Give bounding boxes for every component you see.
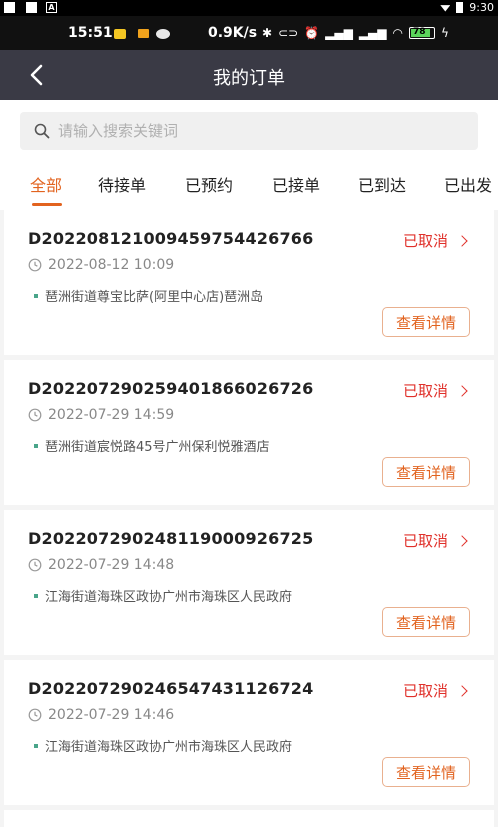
wifi-icon: ◠ xyxy=(392,26,403,40)
order-card[interactable]: D202207290248119000926725 已取消 2022-07-29… xyxy=(4,510,494,655)
chevron-right-icon xyxy=(456,534,468,547)
wechat-icon xyxy=(156,29,170,39)
system-right-icons: 9:30 xyxy=(440,1,494,14)
address-dot-icon xyxy=(34,443,38,448)
view-details-button[interactable]: 查看详情 xyxy=(382,757,470,787)
square-icon xyxy=(26,2,37,13)
vr-icon: ⊂⊃ xyxy=(278,26,299,40)
search-input[interactable] xyxy=(58,122,438,140)
order-time-value: 2022-07-29 14:59 xyxy=(48,407,175,423)
notification-message-icon xyxy=(138,29,149,38)
tab-departed[interactable]: 已出发 xyxy=(444,172,492,196)
order-number: D202207290248119000926725 xyxy=(28,529,314,548)
battery-icon xyxy=(456,2,464,13)
chevron-right-icon xyxy=(456,684,468,697)
alarm-icon: ⏰ xyxy=(304,26,320,40)
order-card[interactable]: D202208121009459754426766 已取消 2022-08-12… xyxy=(4,210,494,355)
search-box[interactable] xyxy=(20,112,478,150)
chevron-right-icon xyxy=(456,234,468,247)
order-time-value: 2022-07-29 14:48 xyxy=(48,557,175,573)
chevron-right-icon xyxy=(456,384,468,397)
search-section xyxy=(0,100,498,162)
charging-icon: ϟ xyxy=(440,26,449,40)
order-address: 琶洲街道尊宝比萨(阿里中心店)琶洲岛 xyxy=(34,286,263,305)
order-time: 2022-07-29 14:48 xyxy=(28,557,174,573)
clock-icon xyxy=(28,708,42,722)
network-speed: 0.9K/s xyxy=(208,25,258,41)
view-details-button[interactable]: 查看详情 xyxy=(382,607,470,637)
order-number: D202208121009459754426766 xyxy=(28,229,314,248)
clock-icon xyxy=(28,408,42,422)
order-status[interactable]: 已取消 xyxy=(402,230,468,251)
address-dot-icon xyxy=(34,293,38,298)
order-address: 琶洲街道宸悦路45号广州保利悦雅酒店 xyxy=(34,436,270,455)
system-time: 9:30 xyxy=(469,1,494,14)
order-status-label: 已取消 xyxy=(402,532,448,550)
bluetooth-icon: ✱ xyxy=(262,26,273,40)
order-status-label: 已取消 xyxy=(402,382,448,400)
tab-pending[interactable]: 待接单 xyxy=(98,172,146,196)
system-status-bar: A 9:30 xyxy=(0,0,498,16)
order-card[interactable] xyxy=(4,810,494,827)
address-dot-icon xyxy=(34,743,38,748)
active-tab-indicator xyxy=(32,203,62,206)
tab-arrived[interactable]: 已到达 xyxy=(358,172,406,196)
order-number: D202207290246547431126724 xyxy=(28,679,314,698)
search-icon xyxy=(34,123,50,139)
order-status-tabs: 全部 待接单 已预约 已接单 已到达 已出发 xyxy=(0,162,498,210)
tab-all[interactable]: 全部 xyxy=(30,172,62,196)
order-time: 2022-07-29 14:46 xyxy=(28,707,174,723)
order-time: 2022-07-29 14:59 xyxy=(28,407,174,423)
order-address-text: 琶洲街道尊宝比萨(阿里中心店)琶洲岛 xyxy=(45,290,264,305)
address-dot-icon xyxy=(34,593,38,598)
order-status-label: 已取消 xyxy=(402,682,448,700)
app-a-icon: A xyxy=(46,2,57,13)
app-header: 我的订单 xyxy=(0,50,498,100)
order-address: 江海街道海珠区政协广州市海珠区人民政府 xyxy=(34,586,292,605)
status-right-icons: ✱ ⊂⊃ ⏰ ▂▄▆ ▂▄▆ ◠ 78 ϟ xyxy=(262,26,449,40)
battery-icon: 78 xyxy=(408,27,435,39)
order-address-text: 江海街道海珠区政协广州市海珠区人民政府 xyxy=(45,740,293,755)
phone-status-bar: 15:51 0.9K/s ✱ ⊂⊃ ⏰ ▂▄▆ ▂▄▆ ◠ 78 ϟ xyxy=(0,16,498,50)
order-time-value: 2022-08-12 10:09 xyxy=(48,257,175,273)
order-time: 2022-08-12 10:09 xyxy=(28,257,174,273)
order-address-text: 琶洲街道宸悦路45号广州保利悦雅酒店 xyxy=(45,440,270,455)
order-status[interactable]: 已取消 xyxy=(402,380,468,401)
battery-level: 78 xyxy=(412,27,426,37)
order-status[interactable]: 已取消 xyxy=(402,530,468,551)
order-address-text: 江海街道海珠区政协广州市海珠区人民政府 xyxy=(45,590,293,605)
signal-hd-icon: ▂▄▆ xyxy=(325,26,353,40)
order-status-label: 已取消 xyxy=(402,232,448,250)
order-card[interactable]: D202207290259401866026726 已取消 2022-07-29… xyxy=(4,360,494,505)
wifi-icon xyxy=(440,5,451,12)
order-time-value: 2022-07-29 14:46 xyxy=(48,707,175,723)
tab-accepted[interactable]: 已接单 xyxy=(272,172,320,196)
tab-reserved[interactable]: 已预约 xyxy=(185,172,233,196)
order-address: 江海街道海珠区政协广州市海珠区人民政府 xyxy=(34,736,292,755)
order-number: D202207290259401866026726 xyxy=(28,379,314,398)
square-icon xyxy=(4,2,15,13)
clock-icon xyxy=(28,258,42,272)
order-list: D202208121009459754426766 已取消 2022-08-12… xyxy=(0,210,498,827)
notification-mail-icon xyxy=(114,29,126,39)
view-details-button[interactable]: 查看详情 xyxy=(382,307,470,337)
page-title: 我的订单 xyxy=(213,68,285,89)
signal-hd-2-icon: ▂▄▆ xyxy=(358,26,387,40)
order-card[interactable]: D202207290246547431126724 已取消 2022-07-29… xyxy=(4,660,494,805)
view-details-button[interactable]: 查看详情 xyxy=(382,457,470,487)
status-time: 15:51 xyxy=(68,25,113,41)
order-status[interactable]: 已取消 xyxy=(402,680,468,701)
clock-icon xyxy=(28,558,42,572)
